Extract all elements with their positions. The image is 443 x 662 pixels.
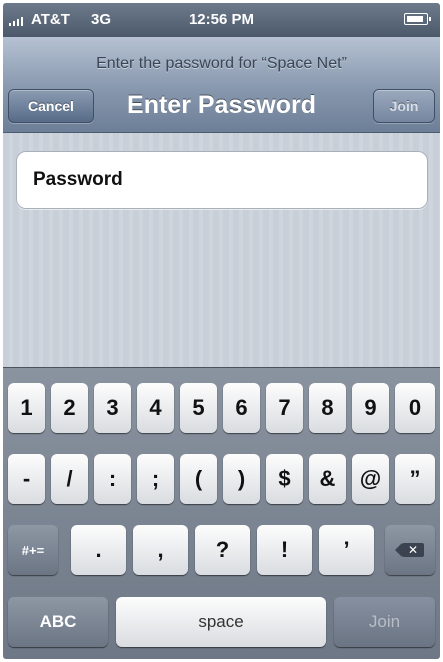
key-apostrophe[interactable]: ’ (319, 525, 374, 575)
key-2[interactable]: 2 (51, 383, 88, 433)
more-symbols-key[interactable]: #+= (8, 525, 58, 575)
status-time: 12:56 PM (188, 11, 255, 28)
key-hyphen[interactable]: - (8, 454, 45, 504)
keyboard: 1 2 3 4 5 6 7 8 9 0 - / : ; ( ) $ & @ ” … (3, 367, 440, 659)
key-open-paren[interactable]: ( (180, 454, 217, 504)
key-comma[interactable]: , (133, 525, 188, 575)
keyboard-join-key[interactable]: Join (334, 597, 435, 647)
key-colon[interactable]: : (94, 454, 131, 504)
abc-key[interactable]: ABC (8, 597, 108, 647)
password-label: Password (33, 169, 123, 190)
key-6[interactable]: 6 (223, 383, 260, 433)
backspace-key[interactable]: ✕ (385, 525, 435, 575)
space-key[interactable]: space (116, 597, 326, 647)
status-bar: AT&T 3G 12:56 PM (3, 3, 440, 37)
key-9[interactable]: 9 (352, 383, 389, 433)
key-3[interactable]: 3 (94, 383, 131, 433)
key-semicolon[interactable]: ; (137, 454, 174, 504)
key-1[interactable]: 1 (8, 383, 45, 433)
key-close-paren[interactable]: ) (223, 454, 260, 504)
key-period[interactable]: . (71, 525, 126, 575)
key-quote[interactable]: ” (395, 454, 435, 504)
content-area: Password (3, 133, 440, 367)
key-at[interactable]: @ (352, 454, 389, 504)
battery-icon (404, 13, 431, 25)
password-input[interactable] (177, 160, 421, 202)
key-8[interactable]: 8 (309, 383, 346, 433)
backspace-icon: ✕ (395, 543, 424, 557)
key-4[interactable]: 4 (137, 383, 174, 433)
key-ampersand[interactable]: & (309, 454, 346, 504)
screen: AT&T 3G 12:56 PM Enter the password for … (3, 3, 440, 659)
navigation-bar: Enter the password for “Space Net” Cance… (3, 37, 440, 133)
key-dollar[interactable]: $ (266, 454, 303, 504)
password-field-row[interactable]: Password (16, 151, 428, 209)
key-5[interactable]: 5 (180, 383, 217, 433)
key-question[interactable]: ? (195, 525, 250, 575)
join-button[interactable]: Join (373, 89, 435, 123)
key-slash[interactable]: / (51, 454, 88, 504)
key-7[interactable]: 7 (266, 383, 303, 433)
key-exclamation[interactable]: ! (257, 525, 312, 575)
nav-prompt: Enter the password for “Space Net” (96, 55, 347, 72)
key-0[interactable]: 0 (395, 383, 435, 433)
